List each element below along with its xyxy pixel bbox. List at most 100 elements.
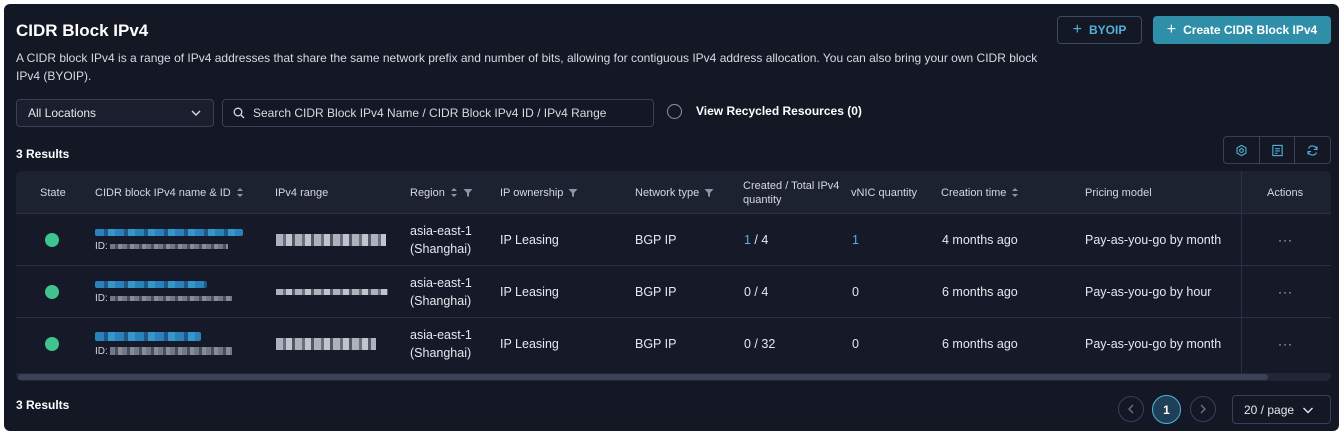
more-actions-icon[interactable]: ··· (1278, 266, 1293, 318)
id-prefix: ID: (95, 240, 108, 252)
create-button-label: Create CIDR Block IPv4 (1183, 23, 1318, 37)
col-name[interactable]: CIDR block IPv4 name & ID (95, 171, 244, 214)
chevron-right-icon (1200, 404, 1206, 414)
table-row: ID: asia-east-1 (Shanghai) IP Leasing BG… (16, 318, 1331, 370)
region-city: (Shanghai) (410, 294, 472, 308)
results-count-footer: 3 Results (16, 398, 70, 412)
pricing-cell: Pay-as-you-go by month (1085, 337, 1222, 351)
quantity-cell: 0 / 4 (744, 266, 768, 318)
cidr-id: ID: (95, 293, 232, 304)
cidr-name-link[interactable] (95, 280, 207, 288)
prev-page-button[interactable] (1118, 396, 1144, 422)
redacted-range (276, 234, 386, 246)
range-cell (276, 266, 388, 318)
sort-icon[interactable] (450, 187, 458, 198)
page-number-current[interactable]: 1 (1152, 395, 1181, 424)
region-city: (Shanghai) (410, 242, 472, 256)
filter-icon[interactable] (704, 188, 714, 198)
region-cell: asia-east-1 (Shanghai) (410, 266, 472, 318)
more-actions-icon[interactable]: ··· (1278, 318, 1293, 370)
network-cell: BGP IP (635, 233, 677, 247)
region-name: asia-east-1 (410, 224, 472, 238)
pricing-cell: Pay-as-you-go by month (1085, 233, 1222, 247)
range-cell (276, 214, 386, 266)
table-row: ID: asia-east-1 (Shanghai) IP Leasing BG… (16, 266, 1331, 318)
ownership-cell: IP Leasing (500, 337, 559, 351)
byoip-button[interactable]: + BYOIP (1057, 16, 1142, 44)
view-recycled-radio[interactable] (667, 104, 682, 119)
next-page-button[interactable] (1190, 396, 1216, 422)
page-size-select[interactable]: 20 / page (1232, 395, 1331, 424)
col-pricing: Pricing model (1085, 186, 1152, 199)
cidr-name-link[interactable] (95, 331, 201, 341)
scrollbar-thumb[interactable] (18, 374, 1268, 380)
vnic-cell: 0 (852, 337, 859, 351)
col-actions: Actions (1267, 186, 1304, 199)
col-range: IPv4 range (275, 186, 329, 199)
plus-icon: + (1166, 21, 1177, 38)
status-running-icon (45, 285, 59, 299)
filter-icon[interactable] (568, 188, 578, 198)
chevron-left-icon (1128, 404, 1134, 414)
refresh-icon (1307, 144, 1318, 156)
col-state: State (40, 186, 66, 199)
col-region[interactable]: Region (410, 171, 473, 214)
pricing-cell: Pay-as-you-go by hour (1085, 285, 1212, 299)
search-placeholder: Search CIDR Block IPv4 Name / CIDR Block… (253, 106, 607, 120)
col-vnic: vNIC quantity (851, 186, 918, 199)
created-cell: 6 months ago (942, 285, 1018, 299)
more-actions-icon[interactable]: ··· (1278, 214, 1293, 266)
view-recycled-label[interactable]: View Recycled Resources (0) (696, 104, 862, 118)
results-count: 3 Results (16, 147, 70, 161)
created-cell: 4 months ago (942, 233, 1018, 247)
chevron-down-icon (1303, 407, 1314, 413)
col-network[interactable]: Network type (635, 171, 714, 214)
col-network-label: Network type (635, 186, 700, 199)
quantity-cell: 1 / 4 (744, 214, 768, 266)
region-city: (Shanghai) (410, 346, 472, 360)
cidr-table: State CIDR block IPv4 name & ID IPv4 ran… (16, 171, 1331, 381)
byoip-button-label: BYOIP (1089, 23, 1127, 37)
export-button[interactable] (1260, 137, 1296, 163)
horizontal-scrollbar[interactable] (16, 373, 1331, 381)
ownership-cell: IP Leasing (500, 233, 559, 247)
redacted-range (276, 338, 376, 350)
col-ownership-label: IP ownership (500, 186, 564, 199)
cidr-name-link[interactable] (95, 228, 243, 236)
cidr-block-page: CIDR Block IPv4 A CIDR block IPv4 is a r… (4, 4, 1339, 431)
settings-button[interactable] (1224, 137, 1260, 163)
col-created[interactable]: Creation time (941, 171, 1019, 214)
network-cell: BGP IP (635, 337, 677, 351)
filter-icon[interactable] (463, 188, 473, 198)
search-icon (233, 107, 245, 119)
create-cidr-block-button[interactable]: + Create CIDR Block IPv4 (1153, 16, 1331, 44)
total-qty: / 4 (750, 285, 769, 299)
page-description: A CIDR block IPv4 is a range of IPv4 add… (16, 51, 1038, 83)
created-qty-link[interactable]: 1 (744, 233, 751, 247)
id-prefix: ID: (95, 345, 108, 357)
region-name: asia-east-1 (410, 328, 472, 342)
vnic-link[interactable]: 1 (852, 214, 859, 266)
created-qty: 0 (744, 337, 751, 351)
refresh-button[interactable] (1295, 137, 1330, 163)
status-running-icon (45, 337, 59, 351)
chevron-down-icon (191, 110, 201, 116)
redacted-id (109, 243, 228, 249)
page-size-value: 20 / page (1244, 402, 1295, 417)
col-ownership[interactable]: IP ownership (500, 171, 578, 214)
status-running-icon (45, 233, 59, 247)
region-cell: asia-east-1 (Shanghai) (410, 214, 472, 266)
export-icon (1271, 144, 1283, 156)
table-header: State CIDR block IPv4 name & ID IPv4 ran… (16, 171, 1331, 214)
search-input[interactable]: Search CIDR Block IPv4 Name / CIDR Block… (222, 99, 654, 127)
col-quantity: Created / Total IPv4 quantity (743, 179, 840, 206)
name-cell: ID: (95, 318, 232, 370)
table-row: ID: asia-east-1 (Shanghai) IP Leasing BG… (16, 214, 1331, 266)
name-cell: ID: (95, 266, 232, 318)
created-qty: 0 (744, 285, 751, 299)
sort-icon[interactable] (236, 187, 244, 198)
sort-icon[interactable] (1011, 187, 1019, 198)
location-select[interactable]: All Locations (16, 99, 214, 127)
location-select-value: All Locations (28, 106, 97, 120)
redacted-id (109, 295, 232, 301)
